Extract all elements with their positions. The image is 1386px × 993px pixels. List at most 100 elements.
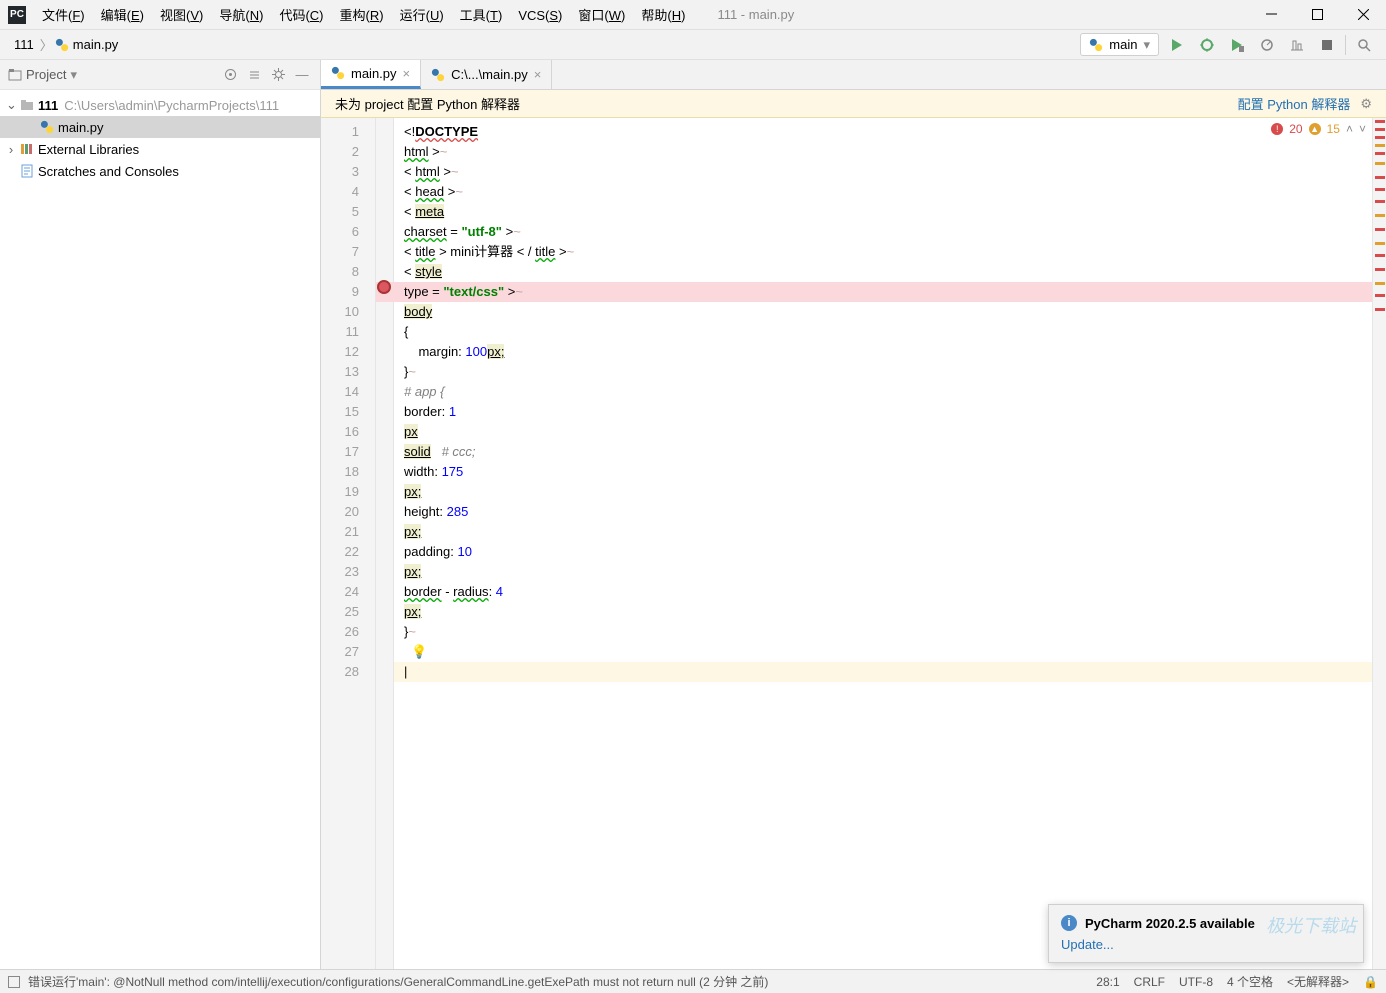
code-editor[interactable]: <!DOCTYPEhtml >~< html >~< head >~< meta… — [394, 118, 1372, 969]
menu-0[interactable]: 文件(F) — [34, 8, 93, 23]
configure-interpreter-link[interactable]: 配置 Python 解释器 — [1238, 94, 1351, 113]
coverage-button[interactable] — [1225, 33, 1249, 57]
stripe-mark[interactable] — [1375, 228, 1385, 231]
code-line[interactable]: type = "text/css" >~ — [376, 282, 1372, 302]
error-stripe[interactable] — [1372, 118, 1386, 969]
stripe-mark[interactable] — [1375, 294, 1385, 297]
code-line[interactable]: <!DOCTYPE — [404, 122, 1372, 142]
code-line[interactable]: height: 285 — [404, 502, 1372, 522]
chevron-down-icon[interactable]: ˅ — [1359, 122, 1366, 136]
stripe-mark[interactable] — [1375, 120, 1385, 123]
editor-tab-0[interactable]: main.py× — [321, 60, 421, 89]
search-everywhere-button[interactable] — [1352, 33, 1376, 57]
stripe-mark[interactable] — [1375, 200, 1385, 203]
stripe-mark[interactable] — [1375, 128, 1385, 131]
tree-project-root[interactable]: ⌄ 111 C:\Users\admin\PycharmProjects\111 — [0, 94, 320, 116]
cursor-position[interactable]: 28:1 — [1096, 975, 1119, 989]
stripe-mark[interactable] — [1375, 188, 1385, 191]
menu-4[interactable]: 代码(C) — [271, 8, 331, 23]
stop-button[interactable] — [1315, 33, 1339, 57]
tree-scratches[interactable]: Scratches and Consoles — [0, 160, 320, 182]
profile-button[interactable] — [1255, 33, 1279, 57]
code-line[interactable]: < head >~ — [404, 182, 1372, 202]
code-line[interactable]: width: 175 — [404, 462, 1372, 482]
update-link[interactable]: Update... — [1061, 937, 1351, 952]
code-line[interactable]: # app { — [404, 382, 1372, 402]
stripe-mark[interactable] — [1375, 176, 1385, 179]
project-view-selector[interactable]: Project ▾ — [8, 67, 77, 83]
stripe-mark[interactable] — [1375, 162, 1385, 165]
code-line[interactable]: px — [404, 422, 1372, 442]
breadcrumb-file[interactable]: main.py — [69, 37, 123, 52]
code-line[interactable]: < meta — [404, 202, 1372, 222]
breakpoint-gutter[interactable] — [376, 118, 394, 969]
maximize-button[interactable] — [1294, 0, 1340, 30]
stripe-mark[interactable] — [1375, 214, 1385, 217]
lock-icon[interactable]: 🔒 — [1363, 975, 1378, 989]
breadcrumb-root[interactable]: 111 — [10, 37, 38, 52]
tool-window-toggle-icon[interactable] — [8, 976, 20, 988]
code-line[interactable]: solid # ccc; — [404, 442, 1372, 462]
tree-external-libraries[interactable]: › External Libraries — [0, 138, 320, 160]
menu-10[interactable]: 帮助(H) — [633, 8, 693, 23]
stripe-mark[interactable] — [1375, 268, 1385, 271]
expand-all-button[interactable] — [244, 65, 264, 85]
code-line[interactable]: html >~ — [404, 142, 1372, 162]
code-line[interactable]: < html >~ — [404, 162, 1372, 182]
close-button[interactable] — [1340, 0, 1386, 30]
close-tab-icon[interactable]: × — [534, 67, 542, 82]
code-line[interactable]: px; — [404, 602, 1372, 622]
code-line[interactable]: < style — [404, 262, 1372, 282]
menu-9[interactable]: 窗口(W) — [570, 8, 633, 23]
code-line[interactable]: border: 1 — [404, 402, 1372, 422]
code-line[interactable]: px; — [404, 562, 1372, 582]
stripe-mark[interactable] — [1375, 144, 1385, 147]
run-button[interactable] — [1165, 33, 1189, 57]
code-line[interactable]: body — [404, 302, 1372, 322]
inspection-widget[interactable]: ! 20 ▲ 15 ˄ ˅ — [1271, 122, 1366, 136]
status-message[interactable]: 错误运行'main': @NotNull method com/intellij… — [28, 973, 768, 990]
chevron-up-icon[interactable]: ˄ — [1346, 122, 1353, 136]
line-number-gutter[interactable]: 1234567891011121314151617181920212223242… — [321, 118, 376, 969]
menu-3[interactable]: 导航(N) — [211, 8, 271, 23]
update-notification[interactable]: i PyCharm 2020.2.5 available Update... — [1048, 904, 1364, 963]
file-encoding[interactable]: UTF-8 — [1179, 975, 1213, 989]
gear-icon[interactable]: ⚙ — [1360, 96, 1372, 112]
code-line[interactable]: charset = "utf-8" >~ — [404, 222, 1372, 242]
editor-tab-1[interactable]: C:\...\main.py× — [421, 60, 552, 89]
menu-6[interactable]: 运行(U) — [392, 8, 452, 23]
breakpoint-icon[interactable] — [377, 280, 391, 294]
menu-7[interactable]: 工具(T) — [452, 8, 511, 23]
line-separator[interactable]: CRLF — [1134, 975, 1165, 989]
menu-8[interactable]: VCS(S) — [510, 8, 570, 23]
close-tab-icon[interactable]: × — [403, 66, 411, 81]
run-configuration-select[interactable]: main ▾ — [1080, 33, 1159, 56]
code-line[interactable]: border - radius: 4 — [404, 582, 1372, 602]
code-line[interactable]: px; — [404, 522, 1372, 542]
code-line[interactable]: }~ — [404, 622, 1372, 642]
stripe-mark[interactable] — [1375, 152, 1385, 155]
hide-button[interactable]: — — [292, 65, 312, 85]
menu-2[interactable]: 视图(V) — [152, 8, 211, 23]
stripe-mark[interactable] — [1375, 242, 1385, 245]
minimize-button[interactable] — [1248, 0, 1294, 30]
code-line[interactable]: px; — [404, 482, 1372, 502]
stripe-mark[interactable] — [1375, 282, 1385, 285]
attach-button[interactable] — [1285, 33, 1309, 57]
interpreter-info[interactable]: <无解释器> — [1287, 973, 1349, 990]
code-line[interactable]: 💡 — [404, 642, 1372, 662]
stripe-mark[interactable] — [1375, 254, 1385, 257]
code-line[interactable]: | — [394, 662, 1372, 682]
code-line[interactable]: { — [404, 322, 1372, 342]
debug-button[interactable] — [1195, 33, 1219, 57]
tree-file-main[interactable]: main.py — [0, 116, 320, 138]
locate-button[interactable] — [220, 65, 240, 85]
menu-1[interactable]: 编辑(E) — [93, 8, 152, 23]
menu-5[interactable]: 重构(R) — [332, 8, 392, 23]
settings-button[interactable] — [268, 65, 288, 85]
code-line[interactable]: }~ — [404, 362, 1372, 382]
indent-info[interactable]: 4 个空格 — [1227, 973, 1273, 990]
code-line[interactable]: < title > mini计算器 < / title >~ — [404, 242, 1372, 262]
code-line[interactable]: margin: 100px; — [404, 342, 1372, 362]
code-line[interactable]: padding: 10 — [404, 542, 1372, 562]
